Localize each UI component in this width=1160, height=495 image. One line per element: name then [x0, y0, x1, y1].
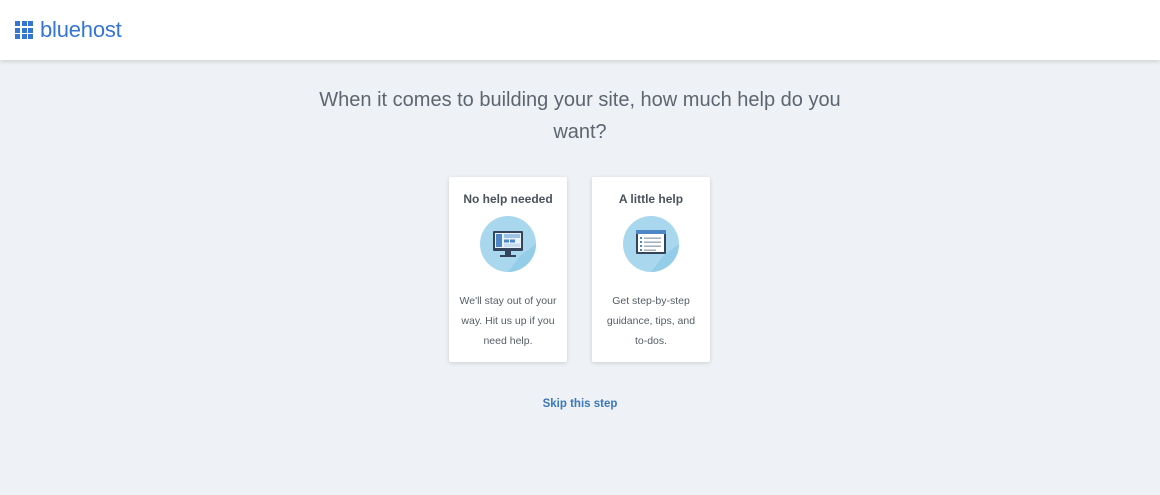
- option-card-no-help[interactable]: No help needed We'll stay out of your wa…: [449, 177, 567, 362]
- checklist-icon: [623, 216, 679, 272]
- logo-text: bluehost: [40, 17, 122, 42]
- option-title: A little help: [618, 192, 684, 206]
- option-description: Get step-by-step guidance, tips, and to-…: [606, 295, 696, 347]
- main-content: When it comes to building your site, how…: [0, 60, 1160, 495]
- skip-container: Skip this step: [0, 394, 1160, 412]
- header: bluehost: [0, 0, 1160, 60]
- page-title: When it comes to building your site, how…: [0, 84, 1160, 148]
- option-title: No help needed: [463, 192, 553, 206]
- question-text: When it comes to building your site, how…: [319, 89, 841, 143]
- option-description: We'll stay out of your way. Hit us up if…: [459, 295, 557, 347]
- monitor-icon: [480, 216, 536, 272]
- logo-link[interactable]: bluehost: [15, 17, 122, 43]
- grid-icon: [15, 21, 33, 39]
- option-card-little-help[interactable]: A little help Get step-by-step guidance,…: [592, 177, 710, 362]
- skip-step-link[interactable]: Skip this step: [543, 398, 618, 410]
